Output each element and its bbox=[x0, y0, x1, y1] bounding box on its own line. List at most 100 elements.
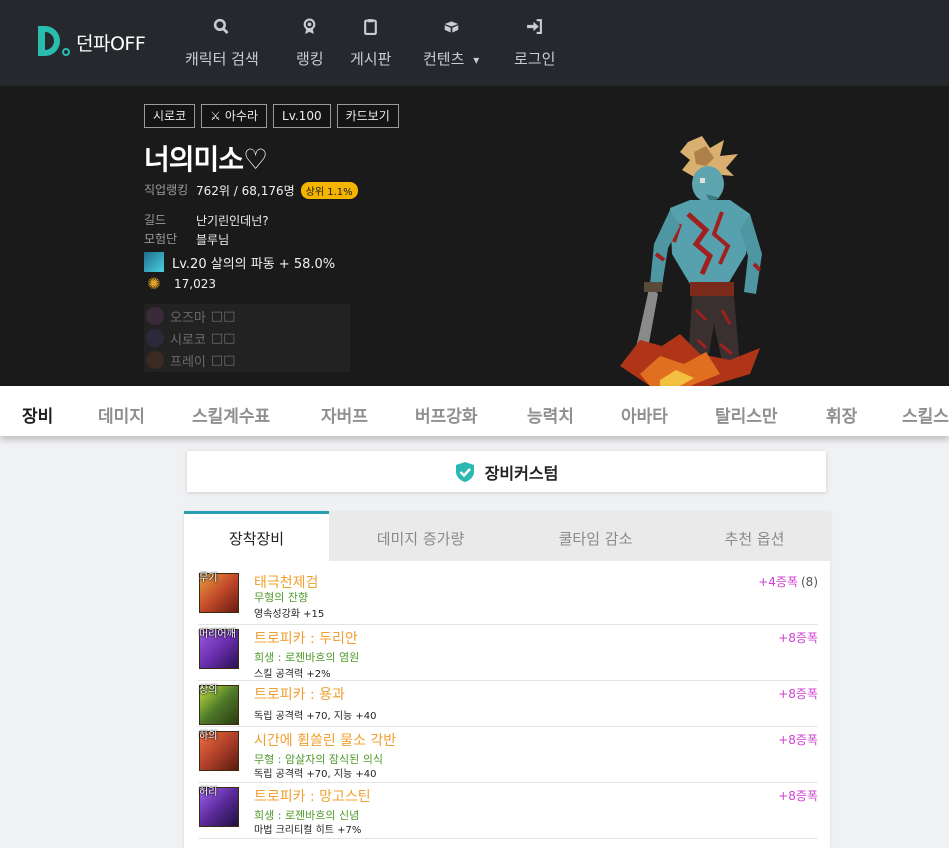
item-stat: 마법 크리티컬 히트 +7% bbox=[254, 825, 362, 836]
subtab-equipped[interactable]: 장착장비 bbox=[184, 511, 329, 561]
equipment-row[interactable]: 허리 트로피카 : 망고스틴 희생 : 로젠바흐의 신념 마법 크리티컬 히트 … bbox=[198, 783, 818, 839]
guild-value[interactable]: 난기린인데넌? bbox=[196, 212, 269, 229]
clipboard-icon bbox=[350, 18, 391, 38]
item-name: 트로피카 : 망고스틴 bbox=[254, 789, 371, 805]
raid-row: 오즈마 □□ bbox=[144, 306, 350, 326]
tab-emblem[interactable]: 휘장 bbox=[826, 402, 857, 427]
top-navbar: 던파OFF 캐릭터 검색 랭킹 게시판 컨텐츠 ▾ 로그인 bbox=[0, 0, 949, 86]
job-rank-value: 762위 / 68,176명 bbox=[196, 184, 295, 198]
tab-damage[interactable]: 데미지 bbox=[98, 402, 145, 427]
raid-marks: □□ bbox=[210, 308, 236, 324]
class-tag: ⚔ 아수라 bbox=[201, 104, 268, 128]
guild-row: 길드 난기린인데넌? bbox=[144, 212, 269, 229]
item-stat: 영속성강화 +15 bbox=[254, 609, 325, 620]
ozma-icon bbox=[146, 307, 164, 325]
slot-label: 상의 bbox=[199, 685, 218, 696]
job-rank-row: 직업랭킹 762위 / 68,176명 상위 1.1% bbox=[144, 182, 358, 199]
item-stat: 독립 공격력 +70, 지능 +40 bbox=[254, 769, 377, 780]
level-tag: Lv.100 bbox=[273, 104, 331, 128]
nav-label: 게시판 bbox=[350, 50, 392, 68]
nav-contents-dropdown[interactable]: 컨텐츠 ▾ bbox=[423, 18, 479, 69]
amplify-label: +8증폭 bbox=[778, 731, 818, 748]
skill-icon bbox=[144, 252, 164, 272]
tab-talisman[interactable]: 탈리스만 bbox=[715, 402, 778, 427]
amplify-value: +4증폭 bbox=[758, 575, 798, 589]
adventure-label: 모험단 bbox=[144, 232, 178, 246]
fame-row: ✺ 17,023 bbox=[144, 274, 216, 294]
equipment-row[interactable]: 무기 태극천제검 무형의 잔향 영속성강화 +15 +4증폭 (8) bbox=[198, 569, 818, 625]
item-name: 시간에 휩쓸린 물소 각반 bbox=[254, 733, 397, 749]
amplify-value: +8증폭 bbox=[778, 687, 818, 701]
nav-login[interactable]: 로그인 bbox=[514, 18, 555, 69]
chevron-down-icon: ▾ bbox=[473, 53, 480, 67]
sign-in-icon bbox=[514, 18, 555, 38]
nav-board[interactable]: 게시판 bbox=[350, 18, 391, 69]
nav-ranking[interactable]: 랭킹 bbox=[296, 18, 324, 69]
slot-label: 머리어깨 bbox=[199, 629, 236, 640]
class-icon: ⚔ bbox=[210, 109, 221, 123]
class-label: 아수라 bbox=[224, 109, 259, 123]
tab-equipment[interactable]: 장비 bbox=[22, 402, 53, 427]
item-option: 희생 : 로젠바흐의 염원 bbox=[254, 651, 360, 664]
job-rank-label: 직업랭킹 bbox=[144, 183, 189, 197]
custom-banner-label: 장비커스텀 bbox=[484, 463, 559, 483]
logo-mark bbox=[38, 26, 70, 58]
raid-label: 오즈마 bbox=[170, 310, 206, 326]
profile-tags: 시로코 ⚔ 아수라 Lv.100 카드보기 bbox=[144, 104, 399, 128]
adventure-row: 모험단 블루님 bbox=[144, 231, 229, 248]
item-name: 트로피카 : 두리안 bbox=[254, 631, 358, 647]
amplify-value: +8증폭 bbox=[778, 733, 818, 747]
slot-label: 허리 bbox=[199, 787, 218, 798]
main-tabs: 장비 데미지 스킬계수표 자버프 버프강화 능력치 아바타 탈리스만 휘장 스킬… bbox=[0, 386, 949, 436]
site-logo[interactable]: 던파OFF bbox=[38, 26, 146, 58]
raid-marks: □□ bbox=[210, 330, 236, 346]
equipment-row[interactable]: 머리어깨 트로피카 : 두리안 희생 : 로젠바흐의 염원 스킬 공격력 +2%… bbox=[198, 625, 818, 681]
raid-clear-box: 오즈마 □□ 시로코 □□ 프레이 □□ bbox=[144, 304, 350, 372]
search-icon bbox=[185, 18, 259, 38]
card-view-button[interactable]: 카드보기 bbox=[336, 104, 399, 128]
equipment-row[interactable]: 상의 트로피카 : 용과 독립 공격력 +70, 지능 +40 +8증폭 bbox=[198, 681, 818, 727]
fame-icon: ✺ bbox=[147, 274, 161, 293]
top-percent-badge: 상위 1.1% bbox=[300, 182, 358, 199]
raid-marks: □□ bbox=[210, 352, 236, 368]
equipment-panel: 장착장비 데미지 증가량 쿨타임 감소 추천 옵션 무기 태극천제검 무형의 잔… bbox=[184, 511, 830, 848]
raid-label: 프레이 bbox=[170, 354, 206, 370]
tab-buff-enhance[interactable]: 버프강화 bbox=[415, 402, 478, 427]
nav-character-search[interactable]: 캐릭터 검색 bbox=[185, 18, 259, 69]
subtab-damage-increase[interactable]: 데미지 증가량 bbox=[329, 511, 512, 561]
subtab-recommended[interactable]: 추천 옵션 bbox=[679, 511, 830, 561]
skill-row: Lv.20 살의의 파동 + 58.0% bbox=[144, 252, 335, 272]
amplify-label: +8증폭 bbox=[778, 685, 818, 702]
character-sprite bbox=[620, 136, 762, 386]
item-name: 트로피카 : 용과 bbox=[254, 687, 345, 703]
nav-label: 로그인 bbox=[514, 50, 556, 68]
equipment-custom-button[interactable]: 장비커스텀 bbox=[187, 451, 826, 492]
raid-row: 프레이 □□ bbox=[144, 350, 350, 370]
raid-label: 시로코 bbox=[170, 332, 206, 348]
medal-icon bbox=[296, 18, 324, 38]
prey-icon bbox=[146, 351, 164, 369]
amplify-label: +8증폭 bbox=[778, 787, 818, 804]
skill-text: Lv.20 살의의 파동 + 58.0% bbox=[172, 256, 336, 272]
equipment-list: 무기 태극천제검 무형의 잔향 영속성강화 +15 +4증폭 (8) 머리어깨 트… bbox=[198, 569, 818, 839]
equipment-subtabs: 장착장비 데미지 증가량 쿨타임 감소 추천 옵션 bbox=[184, 511, 830, 561]
slot-label: 무기 bbox=[199, 573, 218, 584]
nav-label: 캐릭터 검색 bbox=[185, 50, 259, 68]
amplify-count: (8) bbox=[801, 575, 818, 589]
adventure-value[interactable]: 블루님 bbox=[196, 231, 229, 248]
fame-value: 17,023 bbox=[174, 277, 216, 291]
character-name: 너의미소♡ bbox=[144, 143, 268, 176]
item-stat: 스킬 공격력 +2% bbox=[254, 669, 331, 680]
equipment-row[interactable]: 하의 시간에 휩쓸린 물소 각반 무형 : 암살자의 잠식된 의식 독립 공격력… bbox=[198, 727, 818, 783]
tab-skill-coefficients[interactable]: 스킬계수표 bbox=[192, 402, 270, 427]
amplify-label: +8증폭 bbox=[778, 629, 818, 646]
siroco-icon bbox=[146, 329, 164, 347]
tab-avatar[interactable]: 아바타 bbox=[621, 402, 668, 427]
tab-self-buff[interactable]: 자버프 bbox=[321, 402, 368, 427]
subtab-cooldown[interactable]: 쿨타임 감소 bbox=[512, 511, 679, 561]
item-stat: 독립 공격력 +70, 지능 +40 bbox=[254, 711, 377, 722]
shield-check-icon bbox=[455, 461, 474, 482]
tab-stats[interactable]: 능력치 bbox=[527, 402, 574, 427]
guild-label: 길드 bbox=[144, 213, 167, 227]
tab-skill-style[interactable]: 스킬스 bbox=[902, 402, 949, 427]
